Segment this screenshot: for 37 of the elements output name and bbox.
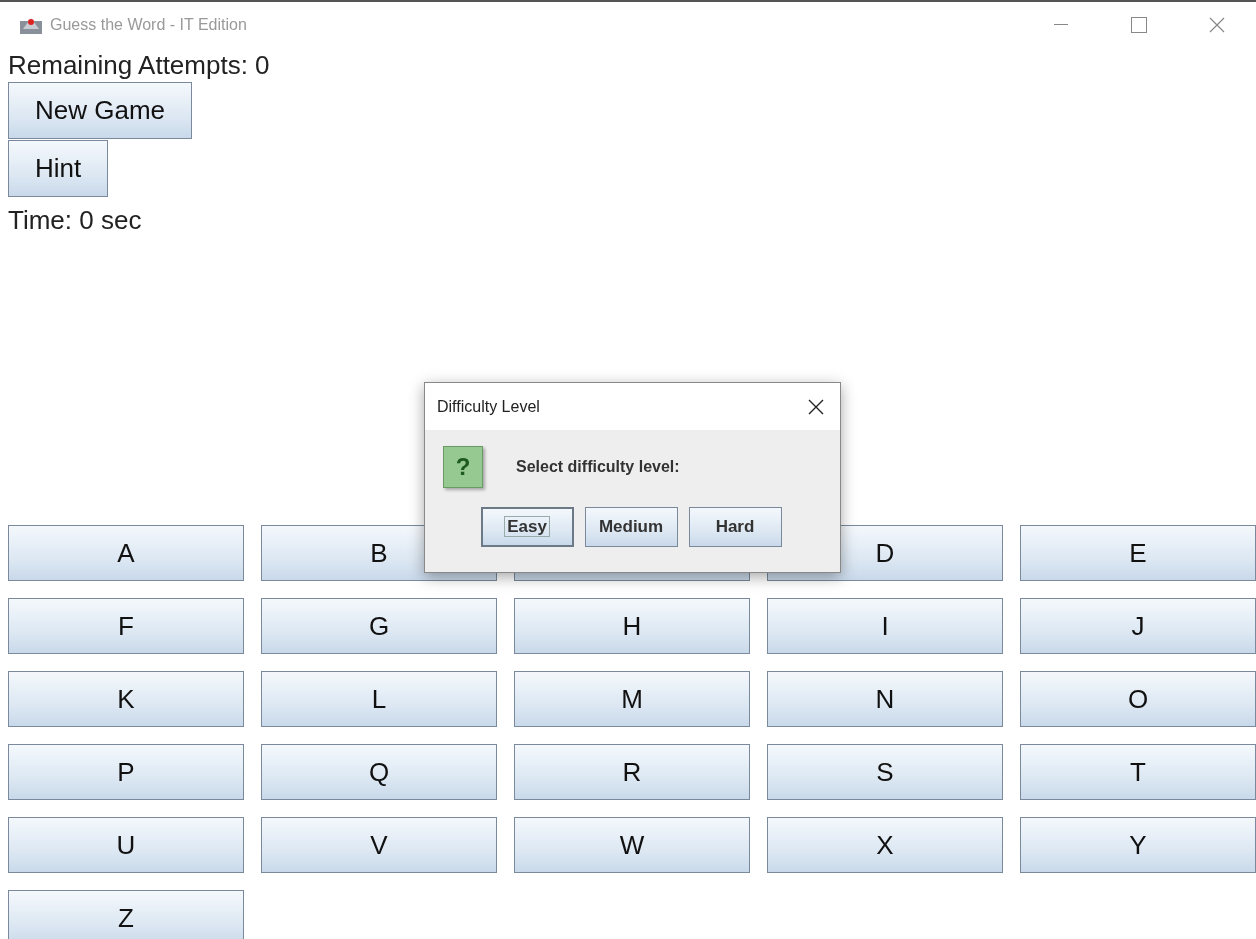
- letter-key[interactable]: W: [514, 817, 750, 873]
- close-icon[interactable]: [808, 398, 824, 415]
- dialog-title: Difficulty Level: [437, 397, 540, 416]
- letter-key[interactable]: H: [514, 598, 750, 654]
- letter-key[interactable]: T: [1020, 744, 1256, 800]
- letter-key[interactable]: X: [767, 817, 1003, 873]
- letter-key[interactable]: A: [8, 525, 244, 581]
- new-game-button[interactable]: New Game: [8, 82, 193, 139]
- letter-key[interactable]: F: [8, 598, 244, 654]
- letter-key[interactable]: Y: [1020, 817, 1256, 873]
- time-label: Time: 0 sec: [8, 204, 142, 237]
- window-title: Guess the Word - IT Edition: [50, 16, 247, 34]
- letter-key[interactable]: R: [514, 744, 750, 800]
- letter-key[interactable]: O: [1020, 671, 1256, 727]
- question-icon: ?: [443, 446, 483, 488]
- difficulty-button[interactable]: Hard: [688, 507, 782, 547]
- letter-key[interactable]: V: [261, 817, 497, 873]
- difficulty-button[interactable]: Medium: [584, 507, 678, 547]
- attempts-label: Remaining Attempts: 0: [8, 49, 270, 82]
- maximize-icon[interactable]: [1131, 17, 1147, 33]
- letter-key[interactable]: Z: [8, 890, 244, 939]
- letter-key[interactable]: G: [261, 598, 497, 654]
- dialog-message: Select difficulty level:: [516, 458, 680, 476]
- minimize-icon[interactable]: [1054, 24, 1068, 26]
- letter-key[interactable]: Q: [261, 744, 497, 800]
- letter-key[interactable]: L: [261, 671, 497, 727]
- letter-key[interactable]: U: [8, 817, 244, 873]
- letter-key[interactable]: K: [8, 671, 244, 727]
- letter-key[interactable]: M: [514, 671, 750, 727]
- letter-key[interactable]: P: [8, 744, 244, 800]
- letter-key[interactable]: S: [767, 744, 1003, 800]
- letter-key[interactable]: N: [767, 671, 1003, 727]
- hint-button[interactable]: Hint: [8, 140, 109, 197]
- letter-key[interactable]: E: [1020, 525, 1256, 581]
- letter-key[interactable]: J: [1020, 598, 1256, 654]
- difficulty-button[interactable]: Easy: [480, 507, 574, 547]
- letter-key[interactable]: I: [767, 598, 1003, 654]
